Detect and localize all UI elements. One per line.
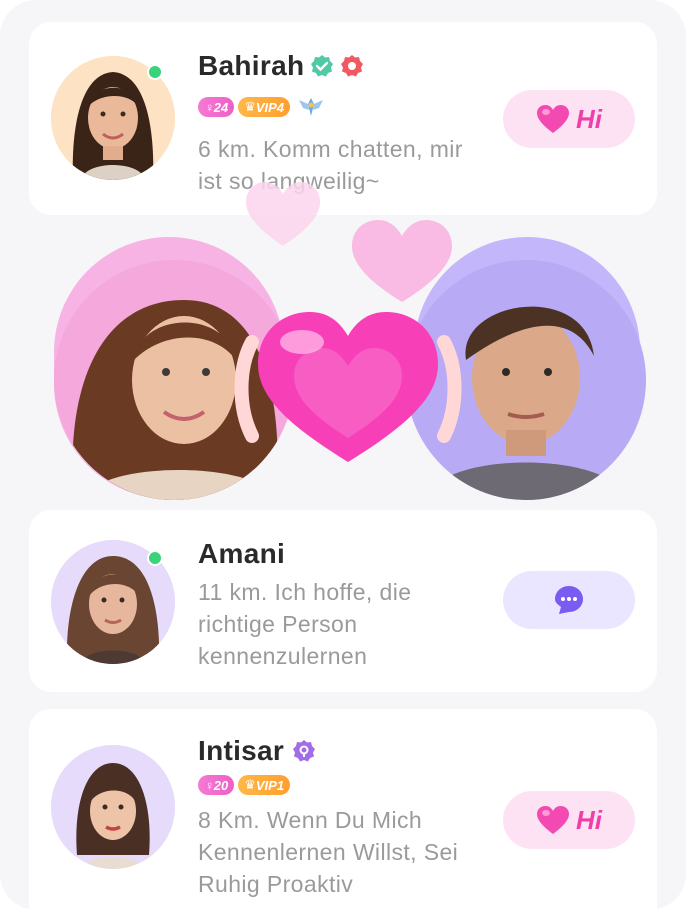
vip-badge: ♛ VIP4: [238, 97, 291, 117]
avatar-portrait: [51, 745, 175, 869]
user-card-intisar[interactable]: Intisar ♀ 20 ♛ VIP1 8 Km. Wenn Du Mich Ken…: [29, 709, 657, 910]
badge-row: ♀ 24 ♛ VIP4: [198, 96, 324, 118]
user-name: Bahirah: [198, 50, 305, 81]
badge-row: ♀ 20 ♛ VIP1: [198, 775, 294, 795]
chat-button[interactable]: [503, 571, 635, 629]
certified-badge-icon: [340, 54, 364, 78]
say-hi-label: Hi: [576, 103, 602, 134]
match-banner: [0, 182, 686, 510]
say-hi-label: Hi: [576, 804, 602, 835]
say-hi-button[interactable]: Hi: [503, 90, 635, 148]
age-badge: ♀ 20: [198, 775, 235, 795]
user-description: 6 km. Komm chatten, mir ist so langweili…: [198, 136, 463, 194]
user-description: 8 Km. Wenn Du Mich Kennenlernen Willst, …: [198, 807, 459, 897]
online-indicator: [147, 550, 163, 566]
vip-badge: ♛ VIP1: [238, 775, 291, 795]
floating-heart-icon: [246, 182, 320, 246]
age-badge: ♀ 24: [198, 97, 235, 117]
avatar[interactable]: [51, 745, 175, 869]
user-name: Intisar: [198, 735, 285, 766]
online-indicator: [147, 64, 163, 80]
heart-icon: [537, 105, 569, 133]
user-name: Amani: [198, 538, 286, 569]
say-hi-button[interactable]: Hi: [503, 791, 635, 849]
chat-bubble-icon: [555, 586, 583, 614]
phone-screen: Bahirah ♀ 24 ♛ VIP4 6 km. Komm chatten, mi…: [0, 0, 686, 910]
winged-rank-icon: [298, 96, 324, 118]
certified-badge-icon: [292, 739, 316, 763]
heart-icon: [537, 806, 569, 834]
user-card-bahirah[interactable]: Bahirah ♀ 24 ♛ VIP4 6 km. Komm chatten, mi…: [29, 22, 657, 215]
verified-check-icon: [310, 54, 334, 78]
match-heart-icon: [234, 312, 462, 462]
user-card-amani[interactable]: Amani 11 km. Ich hoffe, die richtige Per…: [29, 510, 657, 692]
user-description: 11 km. Ich hoffe, die richtige Person ke…: [198, 579, 412, 669]
